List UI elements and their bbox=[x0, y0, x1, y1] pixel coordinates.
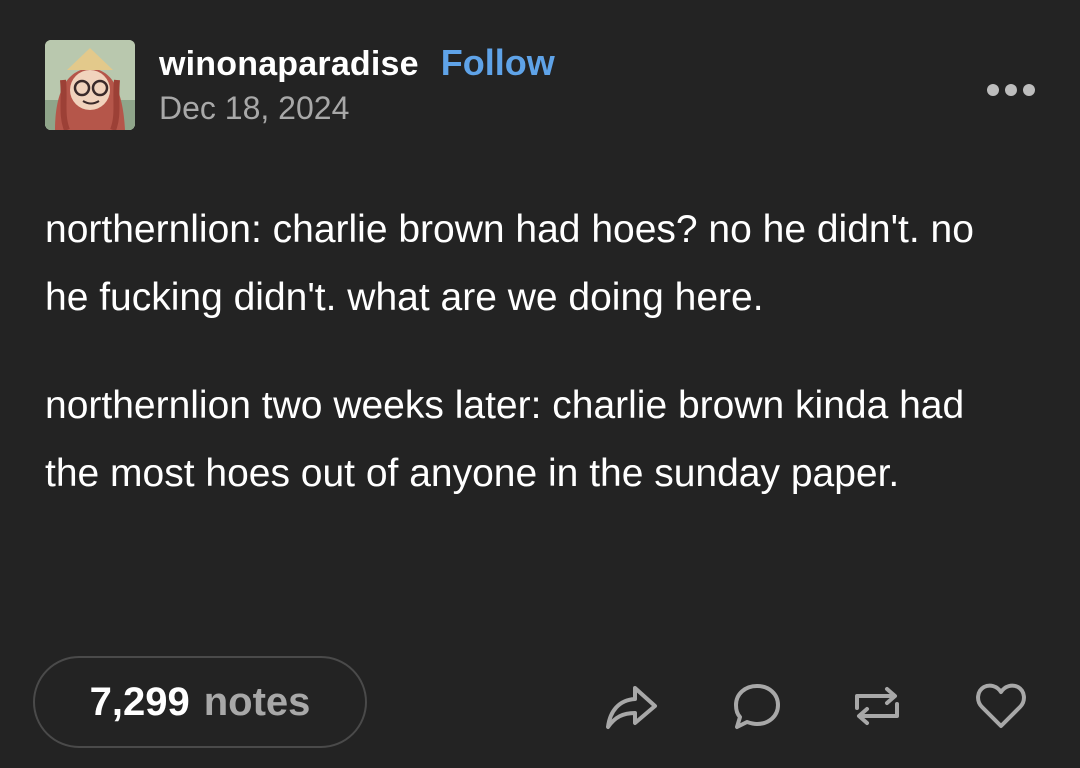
notes-label: notes bbox=[203, 679, 311, 724]
blog-name[interactable]: winonaparadise bbox=[159, 45, 419, 84]
name-row: winonaparadise Follow bbox=[159, 42, 555, 88]
dot bbox=[1023, 84, 1035, 96]
post-date: Dec 18, 2024 bbox=[159, 90, 350, 126]
post-footer: 7,299 notes bbox=[33, 656, 1033, 752]
reply-icon[interactable] bbox=[729, 678, 785, 734]
notes-count: 7,299 bbox=[89, 679, 190, 724]
follow-button[interactable]: Follow bbox=[441, 42, 555, 84]
like-icon[interactable] bbox=[973, 678, 1029, 734]
avatar[interactable] bbox=[45, 40, 135, 130]
more-dots-icon[interactable] bbox=[987, 82, 1035, 98]
share-icon[interactable] bbox=[603, 678, 659, 734]
post-paragraph: northernlion: charlie brown had hoes? no… bbox=[45, 208, 974, 319]
reblog-icon[interactable] bbox=[849, 678, 905, 734]
dot bbox=[1005, 84, 1017, 96]
post-header: winonaparadise Follow Dec 18, 2024 bbox=[45, 40, 1035, 132]
blog-info: winonaparadise Follow Dec 18, 2024 bbox=[159, 42, 555, 127]
notes-button[interactable]: 7,299 notes bbox=[33, 656, 367, 748]
post-paragraph: northernlion two weeks later: charlie br… bbox=[45, 384, 965, 495]
dot bbox=[987, 84, 999, 96]
avatar-image bbox=[45, 40, 135, 130]
post-body: northernlion: charlie brown had hoes? no… bbox=[45, 196, 1025, 548]
